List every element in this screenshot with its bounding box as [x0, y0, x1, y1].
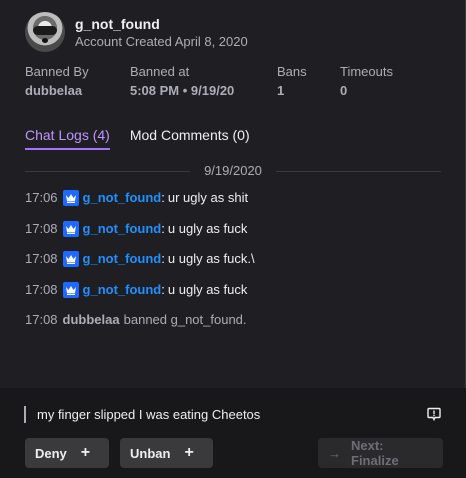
- chat-message: 17:08 g_not_found: u ugly as fuck: [25, 275, 445, 306]
- chat-message: 17:08 g_not_found: u ugly as fuck: [25, 214, 445, 245]
- deny-label: Deny: [35, 445, 67, 461]
- plus-icon: +: [80, 444, 91, 461]
- tab-mod-comments[interactable]: Mod Comments (0): [130, 126, 250, 150]
- report-message-icon[interactable]: [426, 406, 442, 422]
- message-text: ur ugly as shit: [167, 190, 249, 206]
- message-username[interactable]: g_not_found: [83, 250, 162, 268]
- note-text: my finger slipped I was eating Cheetos: [37, 406, 261, 422]
- message-text: u ugly as fuck: [167, 220, 248, 236]
- message-timestamp: 17:06: [25, 190, 58, 206]
- message-colon: :: [161, 281, 165, 297]
- stat-label: Banned By: [25, 64, 89, 79]
- stat-label: Bans: [277, 64, 307, 79]
- message-username[interactable]: g_not_found: [83, 220, 162, 238]
- account-created: Account Created April 8, 2020: [75, 33, 248, 49]
- log-date: 9/19/2020: [204, 163, 262, 178]
- next-finalize-button[interactable]: → Next: Finalize: [318, 438, 443, 468]
- chat-message: 17:06 g_not_found: ur ugly as shit: [25, 183, 445, 214]
- moderator-username[interactable]: dubbelaa: [63, 311, 120, 329]
- unban-label: Unban: [130, 445, 171, 461]
- stat-value: 0: [340, 83, 348, 98]
- stat-value: 5:08 PM • 9/19/20: [130, 83, 235, 98]
- system-message-text: banned g_not_found.: [123, 312, 247, 328]
- message-username[interactable]: g_not_found: [83, 281, 162, 299]
- stat-label: Banned at: [130, 64, 190, 79]
- message-username[interactable]: g_not_found: [83, 189, 162, 207]
- stat-timeouts: Timeouts 0: [340, 64, 393, 100]
- message-text: u ugly as fuck: [167, 281, 248, 297]
- stat-banned-at: Banned at 5:08 PM • 9/19/20: [130, 64, 234, 100]
- quote-bar: [24, 405, 26, 423]
- crown-badge-icon: [62, 220, 79, 237]
- user-info: g_not_found Account Created April 8, 202…: [75, 15, 248, 50]
- stat-banned-by: Banned By dubbelaa: [25, 64, 89, 100]
- message-timestamp: 17:08: [25, 251, 58, 267]
- avatar: [25, 12, 65, 52]
- crown-badge-icon: [62, 190, 79, 207]
- message-colon: :: [161, 220, 165, 236]
- crown-badge-icon: [62, 281, 79, 298]
- divider-line: [25, 170, 191, 172]
- unban-request-note: my finger slipped I was eating Cheetos: [24, 404, 442, 424]
- stat-value: dubbelaa: [25, 83, 83, 98]
- stat-label: Timeouts: [340, 64, 393, 79]
- ban-stats: Banned By dubbelaa Banned at 5:08 PM • 9…: [0, 64, 466, 104]
- stat-value: 1: [277, 83, 285, 98]
- message-text: u ugly as fuck.\: [167, 251, 255, 267]
- action-footer: my finger slipped I was eating Cheetos D…: [0, 388, 466, 478]
- unban-request-panel: g_not_found Account Created April 8, 202…: [0, 0, 466, 478]
- stat-bans: Bans 1: [277, 64, 307, 100]
- chat-message: 17:08 g_not_found: u ugly as fuck.\: [25, 244, 445, 275]
- crown-badge-icon: [62, 251, 79, 268]
- message-timestamp: 17:08: [25, 312, 58, 328]
- message-colon: :: [161, 251, 165, 267]
- deny-button[interactable]: Deny +: [25, 438, 109, 468]
- tab-bar: Chat Logs (4) Mod Comments (0): [25, 126, 270, 150]
- message-colon: :: [161, 190, 165, 206]
- divider-line: [275, 170, 441, 172]
- unban-button[interactable]: Unban +: [120, 438, 213, 468]
- message-timestamp: 17:08: [25, 220, 58, 236]
- plus-icon: +: [184, 444, 194, 461]
- system-message: 17:08 dubbelaa banned g_not_found.: [25, 305, 445, 336]
- chat-log: 17:06 g_not_found: ur ugly as shit 17:08…: [25, 183, 445, 336]
- username[interactable]: g_not_found: [75, 15, 248, 33]
- message-timestamp: 17:08: [25, 281, 58, 297]
- user-header: g_not_found Account Created April 8, 202…: [25, 12, 248, 52]
- arrow-right-icon: →: [328, 445, 341, 461]
- tab-chat-logs[interactable]: Chat Logs (4): [25, 126, 110, 150]
- next-label: Next: Finalize: [351, 438, 399, 468]
- date-divider: 9/19/2020: [25, 162, 441, 180]
